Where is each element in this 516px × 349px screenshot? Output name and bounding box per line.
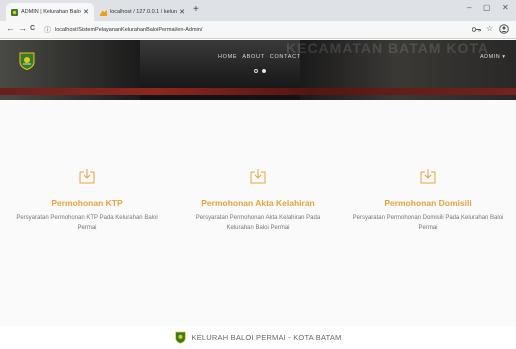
account-icon[interactable] [499,24,509,34]
forward-button[interactable]: → [18,23,27,33]
hero-watermark-text: KECAMATAN BATAM KOTA [286,40,490,56]
new-tab-button[interactable]: + [193,4,199,15]
minimize-button[interactable]: – [467,3,471,12]
tab-close-icon[interactable]: ✕ [83,8,89,16]
browser-tab-phpmyadmin[interactable]: localhost / 127.0.0.1 / kelurahan ✕ [95,3,190,21]
download-doc-icon[interactable] [79,168,95,184]
service-card-akta-kelahiran[interactable]: Permohonan Akta Kelahiran Persyaratan Pe… [178,168,338,233]
tab-close-icon[interactable]: ✕ [179,8,185,16]
star-icon[interactable]: ☆ [486,24,493,33]
carousel-dot-1[interactable] [254,69,258,73]
services-section: Permohonan KTP Persyaratan Permohonan KT… [0,100,516,326]
address-text: localhost/SistemPelayananKelurahanBaloiP… [55,27,203,33]
key-icon[interactable] [472,26,481,33]
service-card-ktp[interactable]: Permohonan KTP Persyaratan Permohonan KT… [7,168,167,233]
browser-tab-strip: ADMIN | Kelurahan Baloi Permai ✕ localho… [0,0,516,21]
hero-background-banner [0,88,516,95]
info-icon[interactable]: ⓘ [44,25,51,35]
browser-toolbar: ← → C ⓘ localhost/SistemPelayananKelurah… [0,21,516,39]
tab-title: localhost / 127.0.0.1 / kelurahan [110,9,177,15]
service-title: Permohonan KTP [51,198,123,208]
nav-contact[interactable]: CONTACT [270,54,301,60]
regional-emblem-icon [174,331,186,344]
nav-about[interactable]: ABOUT [242,54,264,60]
nav-home[interactable]: HOME [218,54,237,60]
download-doc-icon[interactable] [420,168,436,184]
admin-menu[interactable]: ADMIN ▾ [480,54,506,60]
carousel-dot-2[interactable] [262,69,266,73]
service-description: Persyaratan Permohonan Akta Kelahiran Pa… [195,215,321,231]
window-close-button[interactable]: ✕ [502,3,509,12]
download-doc-icon[interactable] [250,168,266,184]
favicon-phpmyadmin-icon [100,9,107,16]
reload-button[interactable]: C [30,25,35,32]
address-bar[interactable]: ⓘ localhost/SistemPelayananKelurahanBalo… [44,24,454,36]
service-title: Permohonan Domisili [384,198,472,208]
back-button[interactable]: ← [6,23,15,33]
service-title: Permohonan Akta Kelahiran [201,198,315,208]
maximize-button[interactable]: ▢ [483,3,491,12]
service-description: Persyaratan Permohonan KTP Pada Keluraha… [16,215,158,231]
favicon-emblem-icon [11,8,18,16]
main-nav: HOME ABOUT CONTACT [218,54,301,60]
browser-tab-admin[interactable]: ADMIN | Kelurahan Baloi Permai ✕ [6,3,94,21]
service-description: Persyaratan Permohonan Domisili Pada Kel… [352,215,504,231]
carousel-indicators [254,69,266,73]
service-card-domisili[interactable]: Permohonan Domisili Persyaratan Permohon… [348,168,508,233]
footer-text: KELURAH BALOI PERMAI - KOTA BATAM [191,333,342,342]
regional-emblem-icon[interactable] [19,52,35,70]
tab-title: ADMIN | Kelurahan Baloi Permai [21,9,82,15]
page-footer: KELURAH BALOI PERMAI - KOTA BATAM [0,326,516,349]
